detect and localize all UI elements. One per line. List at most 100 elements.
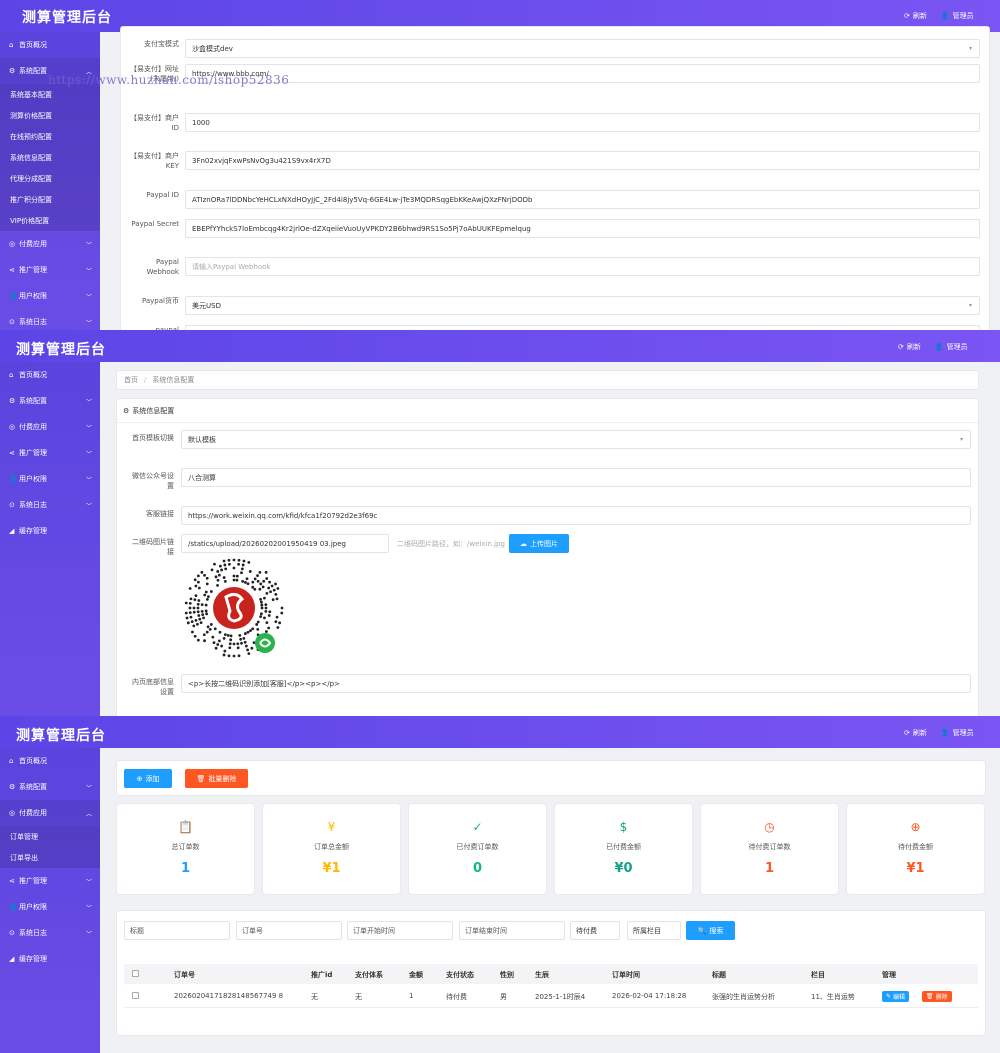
sidebar-item-home[interactable]: ⌂ 首页概况	[0, 32, 100, 58]
sidebar-item-label: 系统日志	[19, 929, 47, 937]
sidebar-item-label: 用户权限	[19, 292, 47, 300]
toolbar: ⊕ 添加 🗑 批量删除	[116, 760, 986, 796]
text-field[interactable]: 1000	[185, 113, 980, 132]
filter-input[interactable]: 订单开始时间	[347, 921, 453, 940]
sidebar-item-label: 推广管理	[19, 877, 47, 885]
sidebar-item-share[interactable]: ⋖ 推广管理 ﹀	[0, 257, 100, 283]
refresh-button[interactable]: ⟳ 刷新	[898, 342, 921, 352]
sidebar-item-share[interactable]: ⋖ 推广管理 ﹀	[0, 868, 100, 894]
delete-button[interactable]: 🗑 删除	[922, 991, 952, 1002]
select-field[interactable]: 沙盒模式dev ▾	[185, 39, 980, 58]
stat-label: 待付费金额	[898, 843, 933, 851]
search-icon: 🔍	[697, 926, 707, 935]
text-field[interactable]: 3Fn02xvjqFxwPsNvOg3u421S9vx4rX7D	[185, 151, 980, 170]
sidebar-item-home[interactable]: ⌂ 首页概况	[0, 748, 100, 774]
sidebar-item-log[interactable]: ⊙ 系统日志 ﹀	[0, 920, 100, 946]
filter-input[interactable]: 所属栏目	[627, 921, 681, 940]
user-menu[interactable]: 👤 管理员	[941, 11, 974, 21]
order-management-panel: 测算管理后台 ⟳ 刷新 👤 管理员 ⌂ 首页概况 ⚙ 系统配置 ﹀ ◎ 付费应用 ︿ 订单管理 订单导…	[0, 716, 1000, 1053]
sidebar-subitem[interactable]: 推广积分配置	[0, 189, 100, 210]
sidebar-item-log[interactable]: ⊙ 系统日志 ﹀	[0, 309, 100, 330]
chevron-down-icon: ﹀	[85, 904, 92, 912]
field-label: 微信公众号设置	[132, 472, 174, 490]
sidebar-item-gear[interactable]: ⚙ 系统配置 ﹀	[0, 774, 100, 800]
search-button[interactable]: 🔍 搜索	[686, 921, 735, 940]
log-icon: ⊙	[9, 501, 15, 509]
top-bar: 测算管理后台 ⟳ 刷新 👤 管理员	[0, 330, 1000, 362]
sidebar-item-label: 系统日志	[19, 501, 47, 509]
gear-icon: ⚙	[9, 397, 16, 405]
section-header: ⚙ 系统信息配置	[117, 399, 978, 423]
breadcrumb-home[interactable]: 首页	[124, 375, 138, 385]
text-field[interactable]: ATIznORa7lDDNbcYeHCLxNXdHOyJjC_2Fd4i8jy5…	[185, 190, 980, 209]
sidebar-item-user[interactable]: 👤 用户权限 ﹀	[0, 283, 100, 309]
select-field[interactable]: 默认模板 ▾	[181, 430, 971, 449]
chevron-down-icon: ﹀	[85, 424, 92, 432]
config-form: 支付宝模式 沙盒模式dev ▾ 【易支付】网址(末尾带/) https://www.bb…	[120, 26, 990, 330]
sidebar-subitem[interactable]: 订单导出	[0, 847, 100, 868]
add-button[interactable]: ⊕ 添加	[124, 769, 172, 788]
filter-input[interactable]: 待付费	[570, 921, 620, 940]
user-icon: 👤	[940, 729, 950, 737]
sidebar-item-label: 用户权限	[19, 903, 47, 911]
log-icon: ⊙	[9, 929, 15, 937]
plus-circle-icon: ⊕	[136, 774, 143, 783]
stat-card: ✓ 已付费订单数 0	[408, 803, 547, 895]
stat-value: ¥0	[614, 861, 633, 876]
sidebar-subitem[interactable]: 代理分成配置	[0, 168, 100, 189]
stat-value: 0	[472, 861, 483, 876]
sidebar-item-gear[interactable]: ⚙ 系统配置 ﹀	[0, 388, 100, 414]
sidebar-item-pay[interactable]: ◎ 付费应用 ﹀	[0, 414, 100, 440]
edit-button[interactable]: ✎ 编辑	[882, 991, 910, 1002]
sidebar-subitem[interactable]: 测算价格配置	[0, 105, 100, 126]
sidebar-subitem[interactable]: 系统基本配置	[0, 84, 100, 105]
select-field[interactable]: 美元USD ▾	[185, 296, 980, 315]
sidebar-subitem[interactable]: VIP价格配置	[0, 210, 100, 231]
text-field[interactable]: EBEPfYYhckS7loEmbcqg4Kr2jrlOe-dZXqeiieVu…	[185, 219, 980, 238]
sidebar-item-log[interactable]: ⊙ 系统日志 ﹀	[0, 492, 100, 518]
sidebar-item-home[interactable]: ⌂ 首页概况	[0, 362, 100, 388]
column-header: 推广id	[311, 971, 333, 979]
section-title: 系统信息配置	[132, 406, 175, 415]
text-field[interactable]: https://work.weixin.qq.com/kfid/kfca1f20…	[181, 506, 971, 525]
sidebar-subitem[interactable]: 在线预约配置	[0, 126, 100, 147]
field-label: 【易支付】商户ID	[130, 114, 179, 132]
filter-input[interactable]: 订单号	[236, 921, 342, 940]
row-checkbox[interactable]	[132, 992, 139, 999]
sidebar-item-pay[interactable]: ◎ 付费应用 ﹀	[0, 231, 100, 257]
filter-input[interactable]: 订单结束时间	[459, 921, 565, 940]
batch-delete-button[interactable]: 🗑 批量删除	[185, 769, 248, 788]
user-icon: 👤	[9, 475, 18, 483]
sidebar-item-share[interactable]: ⋖ 推广管理 ﹀	[0, 440, 100, 466]
table-cell: 2025-1-1时辰4	[535, 993, 586, 1001]
text-field[interactable]: 八合测算	[181, 468, 971, 487]
sidebar-item-cache[interactable]: ◢ 缓存管理	[0, 518, 100, 544]
text-field[interactable]: /statics/upload/20260202001950419 03.jpe…	[181, 534, 389, 553]
text-field[interactable]: 请输入Paypal Webhook	[185, 257, 980, 276]
sidebar-subitem[interactable]: 订单管理	[0, 826, 100, 847]
column-header: 标题	[712, 971, 726, 979]
user-icon: 👤	[934, 343, 944, 351]
sidebar-item-label: 付费应用	[19, 423, 47, 431]
sidebar-item-user[interactable]: 👤 用户权限 ﹀	[0, 466, 100, 492]
refresh-button[interactable]: ⟳ 刷新	[904, 11, 927, 21]
sidebar-item-label: 付费应用	[19, 809, 47, 817]
user-menu[interactable]: 👤 管理员	[941, 728, 974, 738]
stat-label: 已付费订单数	[456, 843, 499, 851]
sidebar-item-user[interactable]: 👤 用户权限 ﹀	[0, 894, 100, 920]
stat-label: 总订单数	[171, 843, 200, 851]
stat-value: ¥1	[322, 861, 341, 876]
upload-image-button[interactable]: ☁ 上传图片	[509, 534, 569, 553]
stat-label: 待付费订单数	[748, 843, 791, 851]
sidebar-item-pay[interactable]: ◎ 付费应用 ︿	[0, 800, 100, 826]
filter-input[interactable]: 标题	[124, 921, 230, 940]
text-field[interactable]: https://www.bbb.com/	[185, 64, 980, 83]
text-field[interactable]: <p>长按二维码识别添加[客服]</p><p></p>	[181, 674, 971, 693]
refresh-button[interactable]: ⟳ 刷新	[904, 728, 927, 738]
user-menu[interactable]: 👤 管理员	[935, 342, 968, 352]
select-all-checkbox[interactable]	[132, 970, 139, 977]
sidebar-subitem[interactable]: 系统信息配置	[0, 147, 100, 168]
sidebar-item-cache[interactable]: ◢ 缓存管理	[0, 946, 100, 972]
field-label: 客服链接	[146, 510, 174, 518]
field-label: Paypal Webhook	[146, 258, 179, 276]
